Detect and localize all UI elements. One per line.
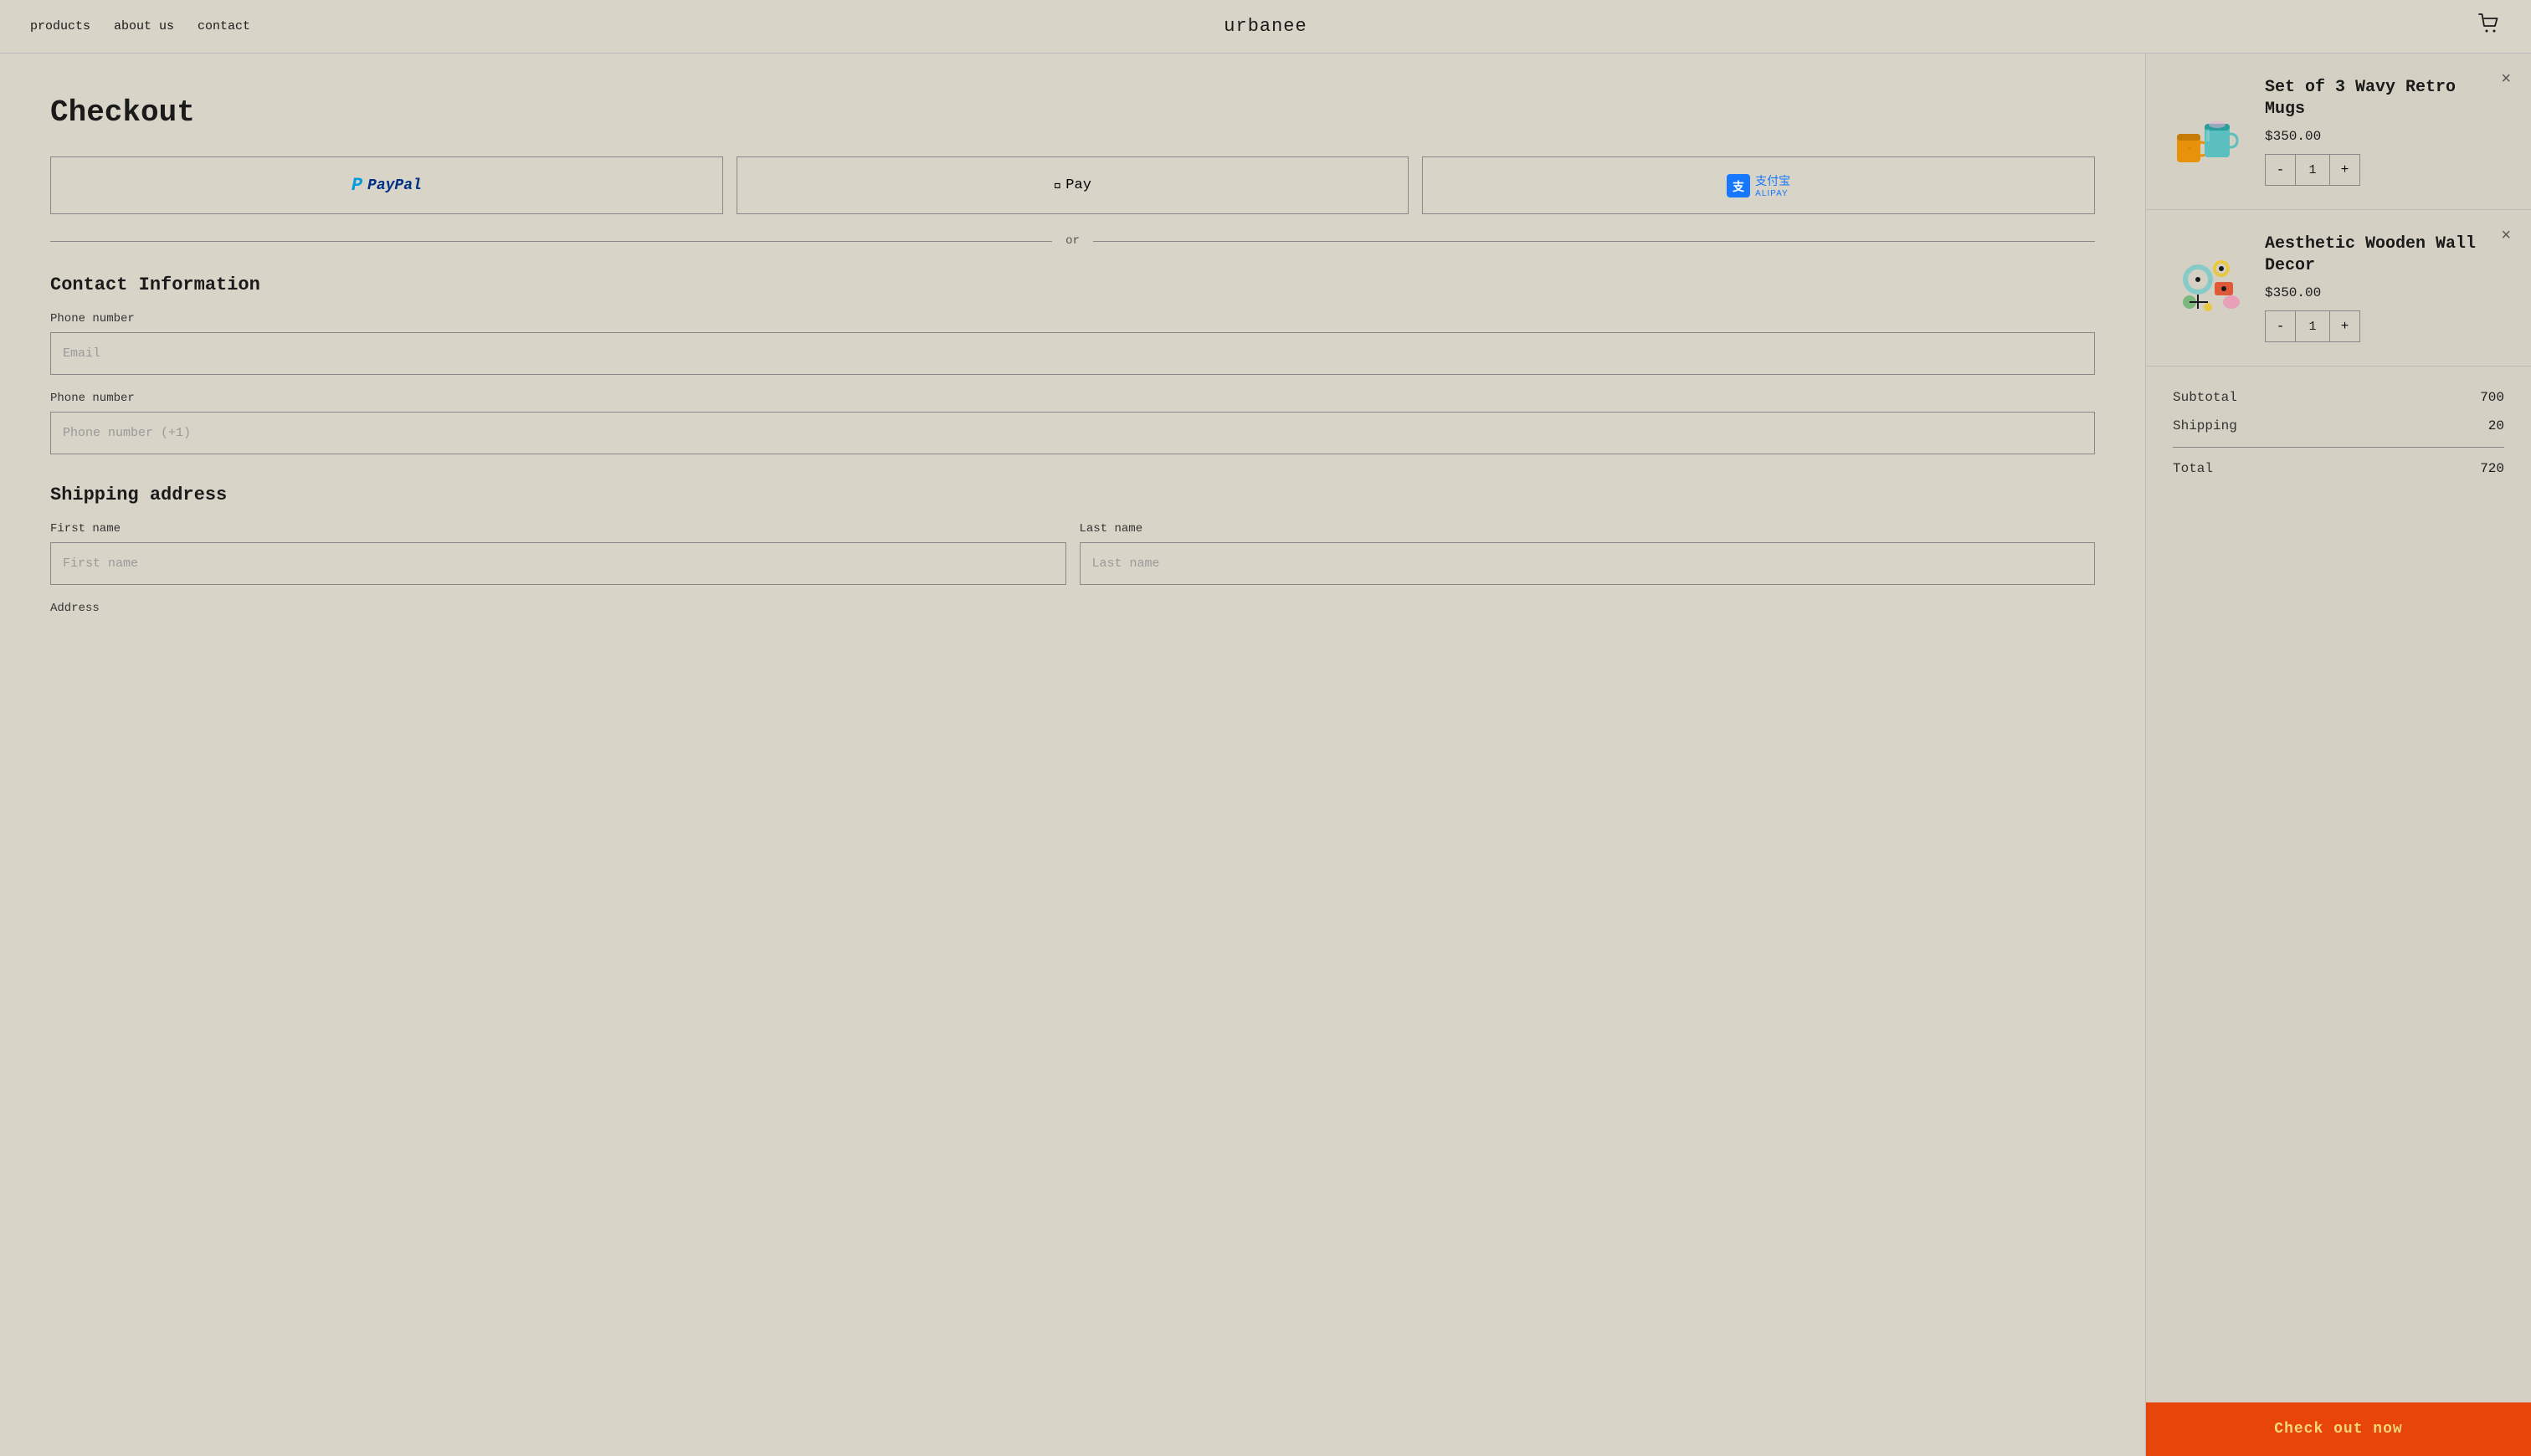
- subtotal-value: 700: [2480, 390, 2504, 405]
- contact-section: Contact Information Phone number Phone n…: [50, 274, 2095, 454]
- quantity-control-mugs: - 1 +: [2265, 154, 2360, 186]
- product-name-mugs: Set of 3 Wavy Retro Mugs: [2265, 77, 2504, 120]
- product-price-decor: $350.00: [2265, 285, 2504, 300]
- svg-text:支: 支: [1732, 180, 1745, 193]
- address-group: Address: [50, 602, 2095, 615]
- page-layout: Checkout P PayPal  Pay 支: [0, 54, 2531, 1456]
- email-label: Phone number: [50, 312, 2095, 326]
- paypal-logo: P PayPal: [352, 175, 422, 196]
- alipay-icon: 支: [1727, 174, 1750, 197]
- checkout-title: Checkout: [50, 95, 2095, 130]
- product-info-mugs: Set of 3 Wavy Retro Mugs $350.00 - 1 +: [2265, 77, 2504, 186]
- cart-icon[interactable]: [2477, 12, 2501, 41]
- order-panel: Set of 3 Wavy Retro Mugs $350.00 - 1 + ×: [2146, 54, 2531, 1456]
- shipping-label: Shipping: [2173, 418, 2237, 433]
- product-info-decor: Aesthetic Wooden Wall Decor $350.00 - 1 …: [2265, 233, 2504, 342]
- total-label: Total: [2173, 461, 2213, 476]
- address-label: Address: [50, 602, 2095, 615]
- email-input[interactable]: [50, 332, 2095, 375]
- product-name-decor: Aesthetic Wooden Wall Decor: [2265, 233, 2504, 277]
- main-nav: products about us contact: [30, 19, 250, 33]
- shipping-title: Shipping address: [50, 484, 2095, 505]
- applepay-label: Pay: [1065, 177, 1091, 193]
- decor-illustration: [2173, 250, 2248, 326]
- nav-about[interactable]: about us: [114, 19, 174, 33]
- apple-icon: : [1054, 177, 1062, 193]
- quantity-value-decor: 1: [2296, 320, 2329, 334]
- subtotal-label: Subtotal: [2173, 390, 2237, 405]
- payment-buttons: P PayPal  Pay 支 支付宝 ALIPAY: [50, 156, 2095, 214]
- quantity-increase-mugs[interactable]: +: [2329, 155, 2359, 185]
- paypal-button[interactable]: P PayPal: [50, 156, 723, 214]
- alipay-text: 支付宝 ALIPAY: [1755, 172, 1790, 198]
- quantity-control-decor: - 1 +: [2265, 310, 2360, 342]
- last-name-input[interactable]: [1080, 542, 2096, 585]
- total-value: 720: [2480, 461, 2504, 476]
- total-row: Total 720: [2173, 461, 2504, 476]
- quantity-value-mugs: 1: [2296, 163, 2329, 177]
- quantity-decrease-decor[interactable]: -: [2266, 311, 2296, 341]
- phone-group: Phone number: [50, 392, 2095, 454]
- quantity-increase-decor[interactable]: +: [2329, 311, 2359, 341]
- shipping-row: Shipping 20: [2173, 418, 2504, 448]
- first-name-input[interactable]: [50, 542, 1066, 585]
- email-group: Phone number: [50, 312, 2095, 375]
- shipping-section: Shipping address First name Last name Ad…: [50, 484, 2095, 615]
- paypal-label: PayPal: [367, 177, 422, 194]
- remove-mugs-button[interactable]: ×: [2501, 70, 2511, 87]
- shipping-value: 20: [2488, 418, 2504, 433]
- name-row: First name Last name: [50, 522, 2095, 602]
- first-name-label: First name: [50, 522, 1066, 536]
- last-name-label: Last name: [1080, 522, 2096, 536]
- applepay-button[interactable]:  Pay: [737, 156, 1409, 214]
- phone-label: Phone number: [50, 392, 2095, 405]
- product-image-mugs: [2173, 94, 2248, 169]
- last-name-group: Last name: [1080, 522, 2096, 585]
- checkout-now-button[interactable]: Check out now: [2146, 1402, 2531, 1456]
- divider-text: or: [1065, 234, 1080, 248]
- site-header: products about us contact urbanee: [0, 0, 2531, 54]
- nav-products[interactable]: products: [30, 19, 90, 33]
- site-logo: urbanee: [1224, 16, 1307, 37]
- product-card-decor: Aesthetic Wooden Wall Decor $350.00 - 1 …: [2146, 210, 2531, 367]
- product-card-mugs: Set of 3 Wavy Retro Mugs $350.00 - 1 + ×: [2146, 54, 2531, 210]
- order-totals: Subtotal 700 Shipping 20 Total 720: [2146, 367, 2531, 1402]
- remove-decor-button[interactable]: ×: [2501, 227, 2511, 244]
- alipay-logo: 支 支付宝 ALIPAY: [1727, 172, 1790, 198]
- divider-left: [50, 241, 1052, 242]
- checkout-panel: Checkout P PayPal  Pay 支: [0, 54, 2146, 1456]
- mugs-illustration: [2173, 94, 2248, 169]
- or-divider: or: [50, 234, 2095, 248]
- product-image-decor: [2173, 250, 2248, 326]
- quantity-decrease-mugs[interactable]: -: [2266, 155, 2296, 185]
- phone-input[interactable]: [50, 412, 2095, 454]
- contact-title: Contact Information: [50, 274, 2095, 295]
- nav-contact[interactable]: contact: [198, 19, 250, 33]
- alipay-button[interactable]: 支 支付宝 ALIPAY: [1422, 156, 2095, 214]
- paypal-p-icon: P: [352, 175, 362, 196]
- divider-right: [1093, 241, 2095, 242]
- subtotal-row: Subtotal 700: [2173, 390, 2504, 405]
- first-name-group: First name: [50, 522, 1066, 585]
- product-price-mugs: $350.00: [2265, 129, 2504, 144]
